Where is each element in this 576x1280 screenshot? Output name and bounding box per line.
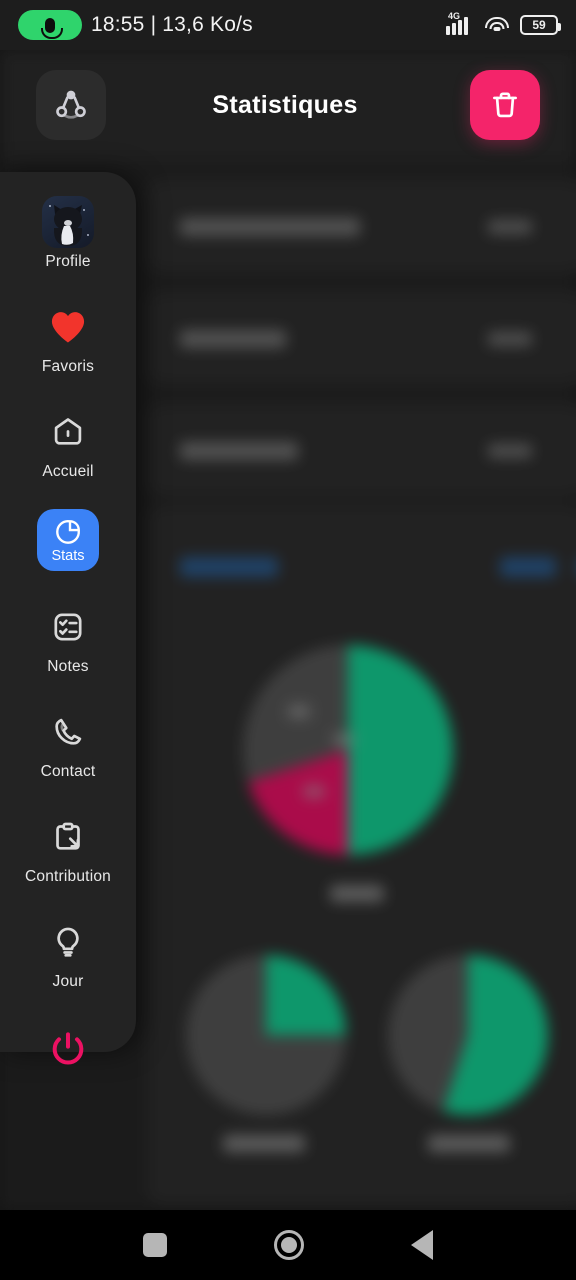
- sidebar-item-contribution[interactable]: Contribution: [0, 809, 136, 886]
- battery-level-label: 59: [532, 18, 546, 32]
- power-icon: [40, 1021, 96, 1077]
- lightbulb-icon: [40, 914, 96, 970]
- phone-icon: [40, 704, 96, 760]
- sidebar-item-label: Contribution: [25, 868, 111, 885]
- trash-icon: [493, 92, 517, 118]
- sidebar-item-label: Accueil: [42, 463, 94, 480]
- checklist-icon: [40, 599, 96, 655]
- delete-button[interactable]: [470, 70, 540, 140]
- power-button[interactable]: [0, 1021, 136, 1077]
- sidebar-item-stats[interactable]: Stats: [0, 509, 136, 571]
- sidebar-item-profile[interactable]: Profile: [0, 194, 136, 271]
- clipboard-arrow-icon: [40, 809, 96, 865]
- signal-bars-icon: 4G: [446, 11, 474, 35]
- status-bar-text: 18:55 | 13,6 Ko/s: [91, 13, 253, 36]
- sidebar-item-accueil[interactable]: Accueil: [0, 404, 136, 481]
- page-title: Statistiques: [212, 90, 358, 119]
- sidebar-item-notes[interactable]: Notes: [0, 599, 136, 676]
- phone-screen: 18:55 | 13,6 Ko/s 4G 59 Statistiques Pro…: [0, 0, 576, 1280]
- battery-icon: 59: [520, 15, 561, 35]
- sidebar-item-label: Profile: [45, 253, 91, 270]
- circle-home-icon[interactable]: [273, 1230, 304, 1260]
- android-nav-bar: [0, 1210, 576, 1280]
- status-bar: 18:55 | 13,6 Ko/s 4G 59: [0, 0, 576, 50]
- microphone-icon: [18, 10, 82, 40]
- sidebar-item-label: Favoris: [41, 358, 95, 375]
- app-bar: Statistiques: [0, 50, 576, 160]
- share-nodes-icon[interactable]: [36, 70, 106, 140]
- sidebar-item-label: Contact: [40, 763, 96, 780]
- avatar: [40, 194, 96, 250]
- sidebar-item-contact[interactable]: Contact: [0, 704, 136, 781]
- heart-icon: [40, 299, 96, 355]
- wifi-icon: [485, 16, 509, 34]
- network-type-label: 4G: [448, 11, 461, 21]
- sidebar-item-label: Jour: [52, 973, 84, 990]
- pie-chart-icon: [56, 519, 80, 544]
- home-icon: [40, 404, 96, 460]
- sidebar-item-label: Notes: [47, 658, 89, 675]
- square-recents-icon[interactable]: [143, 1233, 168, 1257]
- navigation-drawer: Profile Favoris Accueil Stats Notes Cont…: [0, 172, 136, 1065]
- status-bar-indicators: 4G 59: [446, 11, 561, 35]
- sidebar-item-stats-active[interactable]: Stats: [37, 509, 99, 571]
- sidebar-item-label: Stats: [51, 547, 85, 564]
- sidebar-item-favoris[interactable]: Favoris: [0, 299, 136, 376]
- sidebar-item-jour[interactable]: Jour: [0, 914, 136, 991]
- triangle-back-icon[interactable]: [410, 1230, 433, 1260]
